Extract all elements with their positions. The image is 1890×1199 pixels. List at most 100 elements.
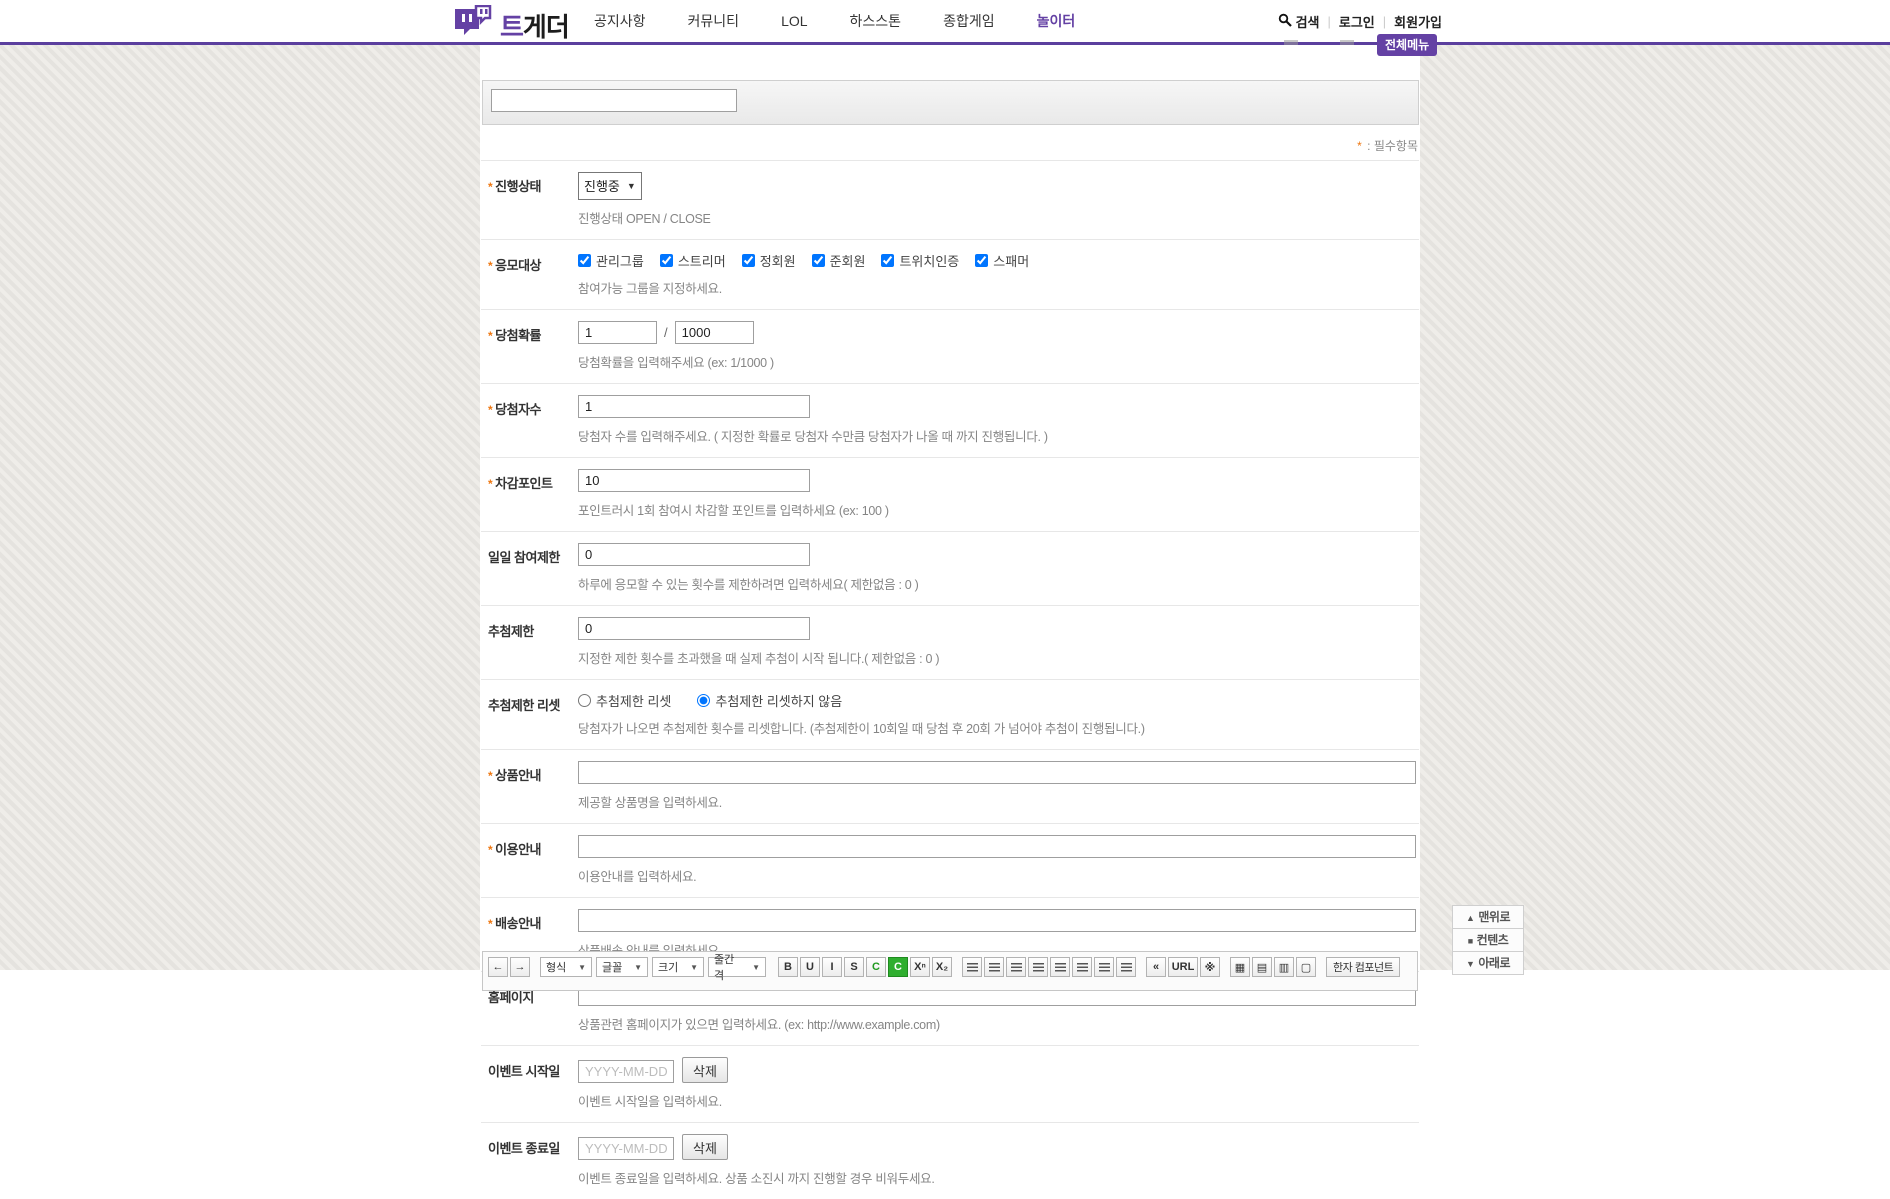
- strike-button[interactable]: S: [844, 957, 864, 977]
- checkbox-input[interactable]: [742, 254, 755, 267]
- hr-button[interactable]: ▢: [1296, 957, 1316, 977]
- title-box: [482, 80, 1419, 125]
- nav-item-3[interactable]: 하스스톤: [850, 11, 902, 31]
- ordered-list-button[interactable]: [1050, 957, 1070, 977]
- subscript-button[interactable]: X₂: [932, 957, 952, 977]
- undo-button[interactable]: ←: [488, 957, 508, 977]
- search-link[interactable]: 검색: [1278, 12, 1320, 31]
- contents-button[interactable]: ■컨텐츠: [1452, 928, 1524, 952]
- row-label: *상품안내: [481, 761, 578, 811]
- nav-item-5[interactable]: 놀이터: [1037, 11, 1076, 31]
- align-center-button[interactable]: [984, 957, 1004, 977]
- superscript-button[interactable]: Xⁿ: [910, 957, 930, 977]
- field-hint: 당첨확률을 입력해주세요 (ex: 1/1000 ): [578, 352, 1419, 371]
- status-select[interactable]: 진행중▼: [578, 172, 642, 200]
- text-input[interactable]: [578, 469, 810, 492]
- special-char-button[interactable]: ※: [1200, 957, 1220, 977]
- scroll-top-button[interactable]: ▲맨위로: [1452, 905, 1524, 929]
- field-hint: 지정한 제한 횟수를 초과했을 때 실제 추첨이 시작 됩니다.( 제한없음 :…: [578, 648, 1419, 667]
- text-input[interactable]: [578, 909, 1416, 932]
- align-left-icon: [967, 963, 978, 972]
- nav-item-0[interactable]: 공지사항: [594, 11, 646, 31]
- radio-option[interactable]: 추첨제한 리셋: [578, 691, 671, 710]
- nav-item-1[interactable]: 커뮤니티: [688, 11, 740, 31]
- text-input[interactable]: [578, 835, 1416, 858]
- field-hint: 제공할 상품명을 입력하세요.: [578, 792, 1419, 811]
- login-link[interactable]: 로그인: [1339, 12, 1375, 31]
- delete-date-button[interactable]: 삭제: [682, 1134, 728, 1160]
- form-row: 추첨제한지정한 제한 횟수를 초과했을 때 실제 추첨이 시작 됩니다.( 제한…: [481, 605, 1419, 679]
- all-menu-button[interactable]: 전체메뉴: [1377, 34, 1437, 56]
- radio-option[interactable]: 추첨제한 리셋하지 않음: [697, 691, 842, 710]
- field-hint: 이벤트 시작일을 입력하세요.: [578, 1091, 1419, 1110]
- indent-button[interactable]: [1116, 957, 1136, 977]
- field-hint: 이용안내를 입력하세요.: [578, 866, 1419, 885]
- text-input[interactable]: [578, 543, 810, 566]
- url-button[interactable]: URL: [1168, 957, 1198, 977]
- quote-button[interactable]: «: [1146, 957, 1166, 977]
- required-asterisk: *: [488, 403, 492, 417]
- form-row: 이벤트 종료일삭제이벤트 종료일을 입력하세요. 상품 소진시 까지 진행할 경…: [481, 1122, 1419, 1199]
- radio-input[interactable]: [697, 694, 710, 707]
- text-input[interactable]: [578, 617, 810, 640]
- component-button[interactable]: ▥: [1274, 957, 1294, 977]
- chevron-down-icon: ▼: [578, 963, 586, 972]
- required-asterisk: *: [488, 843, 492, 857]
- date-input[interactable]: [578, 1137, 674, 1160]
- redo-button[interactable]: →: [510, 957, 530, 977]
- checkbox-input[interactable]: [975, 254, 988, 267]
- highlight-color-button[interactable]: C: [888, 957, 908, 977]
- checkbox-option[interactable]: 스트리머: [660, 251, 726, 270]
- checkbox-option[interactable]: 스패머: [975, 251, 1029, 270]
- scroll-bottom-button[interactable]: ▼아래로: [1452, 951, 1524, 975]
- chevron-down-icon: ▼: [634, 963, 642, 972]
- radio-input[interactable]: [578, 694, 591, 707]
- chevron-down-icon: ▼: [752, 963, 760, 972]
- hanja-component-button[interactable]: 한자 컴포넌트: [1326, 957, 1400, 977]
- checkbox-option[interactable]: 트위치인증: [881, 251, 959, 270]
- table-button[interactable]: ▦: [1230, 957, 1250, 977]
- date-input[interactable]: [578, 1060, 674, 1083]
- nav-item-lol[interactable]: LOL: [781, 13, 807, 29]
- checkbox-option[interactable]: 관리그룹: [578, 251, 644, 270]
- nav-item-4[interactable]: 종합게임: [943, 11, 995, 31]
- font-select[interactable]: 글꼴▼: [596, 957, 648, 977]
- partial-menu-icon: [1284, 40, 1298, 45]
- size-select[interactable]: 크기▼: [652, 957, 704, 977]
- line-height-select[interactable]: 줄간격▼: [708, 957, 766, 977]
- checkbox-input[interactable]: [812, 254, 825, 267]
- row-label: 추첨제한: [481, 617, 578, 667]
- outdent-button[interactable]: [1094, 957, 1114, 977]
- form-row: 일일 참여제한하루에 응모할 수 있는 횟수를 제한하려면 입력하세요( 제한없…: [481, 531, 1419, 605]
- probability-numerator-input[interactable]: [578, 321, 657, 344]
- bold-button[interactable]: B: [778, 957, 798, 977]
- checkbox-input[interactable]: [881, 254, 894, 267]
- chevron-down-icon: ▼: [690, 963, 698, 972]
- title-input[interactable]: [491, 89, 737, 112]
- media-button[interactable]: ▤: [1252, 957, 1272, 977]
- arrow-down-icon: ▼: [1466, 959, 1474, 969]
- form-row: 이벤트 시작일삭제이벤트 시작일을 입력하세요.: [481, 1045, 1419, 1122]
- form-row: *당첨자수당첨자 수를 입력해주세요. ( 지정한 확률로 당첨자 수만큼 당첨…: [481, 383, 1419, 457]
- delete-date-button[interactable]: 삭제: [682, 1057, 728, 1083]
- align-right-button[interactable]: [1006, 957, 1026, 977]
- unordered-list-button[interactable]: [1072, 957, 1092, 977]
- checkbox-input[interactable]: [660, 254, 673, 267]
- align-justify-button[interactable]: [1028, 957, 1048, 977]
- checkbox-input[interactable]: [578, 254, 591, 267]
- align-left-button[interactable]: [962, 957, 982, 977]
- italic-button[interactable]: I: [822, 957, 842, 977]
- signup-link[interactable]: 회원가입: [1394, 12, 1442, 31]
- checkbox-option[interactable]: 준회원: [812, 251, 866, 270]
- text-input[interactable]: [578, 761, 1416, 784]
- text-input[interactable]: [578, 395, 810, 418]
- site-logo[interactable]: 트게더: [452, 5, 569, 46]
- checkbox-option[interactable]: 정회원: [742, 251, 796, 270]
- field-hint: 당첨자 수를 입력해주세요. ( 지정한 확률로 당첨자 수만큼 당첨자가 나올…: [578, 426, 1419, 445]
- underline-button[interactable]: U: [800, 957, 820, 977]
- row-label: 이벤트 종료일: [481, 1134, 578, 1187]
- font-color-button[interactable]: C: [866, 957, 886, 977]
- probability-denominator-input[interactable]: [675, 321, 754, 344]
- outdent-icon: [1099, 963, 1110, 972]
- format-select[interactable]: 형식▼: [540, 957, 592, 977]
